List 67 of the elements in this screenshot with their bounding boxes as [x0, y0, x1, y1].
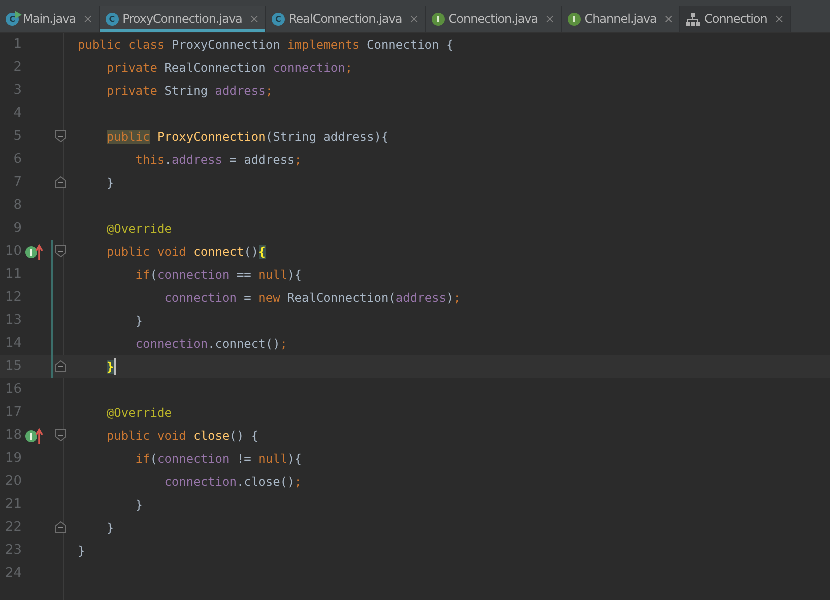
close-icon[interactable]: ×: [409, 12, 419, 26]
code-line: connection = new RealConnection(address);: [164, 290, 461, 306]
fold-start-icon[interactable]: [54, 429, 66, 442]
editor-tab[interactable]: C Main.java ×: [0, 6, 100, 32]
close-icon[interactable]: ×: [545, 12, 555, 26]
class-icon: C: [106, 12, 119, 26]
fold-end-icon[interactable]: [54, 176, 66, 189]
line-number: 5: [12, 129, 22, 144]
code-line: private String address;: [106, 82, 274, 100]
code-line: @Override: [106, 220, 172, 238]
line-number: 6: [12, 152, 22, 167]
line-number: 18: [4, 428, 22, 443]
code-line: public ProxyConnection(String address){: [106, 128, 389, 146]
line-number: 7: [12, 175, 22, 190]
line-number: 11: [4, 267, 22, 282]
line-number: 17: [4, 405, 22, 420]
line-number: 21: [4, 497, 22, 512]
line-number: 1: [12, 37, 22, 52]
code-line: public void connect(){: [106, 244, 266, 260]
code-line: }: [106, 520, 114, 536]
code-line: public class ProxyConnection implements Connection {: [78, 36, 454, 54]
line-number: 10: [4, 244, 22, 259]
code-line: private RealConnection connection;: [106, 60, 353, 76]
line-number: 16: [4, 382, 22, 397]
code-line: }: [78, 542, 86, 560]
editor-tab[interactable]: Connection ×: [680, 6, 791, 32]
class-icon: C: [272, 12, 285, 26]
class-icon: C: [6, 12, 19, 26]
line-number: 13: [4, 313, 22, 328]
code-line: }: [134, 496, 144, 514]
implements-method-icon[interactable]: [25, 428, 43, 444]
line-number: 14: [4, 336, 22, 351]
code-line: @Override: [106, 404, 172, 422]
code-line: }: [106, 174, 114, 192]
fold-end-icon[interactable]: [54, 360, 66, 373]
line-number: 3: [12, 83, 22, 98]
code-line: connection.close();: [164, 474, 302, 490]
editor-tab[interactable]: I Connection.java ×: [426, 6, 562, 32]
editor-tab[interactable]: C ProxyConnection.java ×: [100, 6, 266, 32]
line-number: 20: [4, 474, 22, 489]
line-number: 22: [4, 520, 22, 535]
code-line: this.address = address;: [134, 152, 302, 168]
line-number: 12: [4, 290, 22, 305]
fold-start-icon[interactable]: [54, 245, 66, 258]
interface-icon: I: [568, 12, 581, 26]
line-number: 9: [12, 221, 22, 236]
line-number: 4: [12, 106, 22, 121]
close-icon[interactable]: ×: [774, 12, 784, 26]
line-number: 2: [12, 60, 22, 75]
code-line: }: [134, 312, 144, 330]
fold-end-icon[interactable]: [54, 521, 66, 534]
close-icon[interactable]: ×: [83, 12, 93, 26]
code-line: if(connection != null){: [134, 450, 302, 468]
line-number: 19: [4, 451, 22, 466]
hierarchy-icon: [686, 12, 700, 26]
close-icon[interactable]: ×: [664, 12, 674, 26]
code-line: if(connection == null){: [134, 266, 302, 284]
line-number: 23: [4, 543, 22, 558]
line-number: 8: [12, 198, 22, 213]
interface-icon: I: [432, 12, 445, 26]
code-line: public void close() {: [106, 428, 259, 444]
line-number: 24: [4, 566, 22, 581]
code-line: connection.connect();: [134, 336, 288, 352]
code-line: }: [106, 357, 116, 377]
fold-start-icon[interactable]: [54, 130, 66, 143]
implements-method-icon[interactable]: [25, 244, 43, 260]
editor-tab[interactable]: C RealConnection.java ×: [266, 6, 426, 32]
